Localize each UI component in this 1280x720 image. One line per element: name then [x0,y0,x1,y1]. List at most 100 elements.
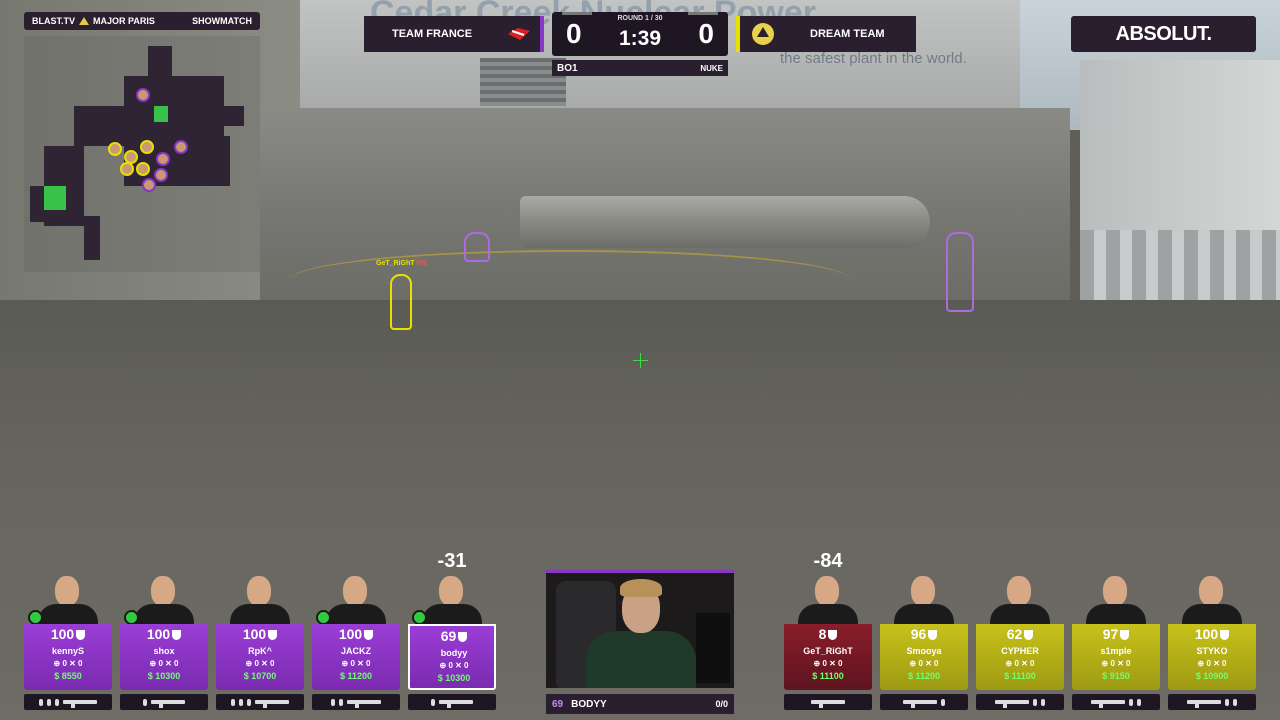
player-card: 100 shox ⊕ 0 ✕ 0 $ 10300 [120,570,208,710]
player-card: 100 STYKO ⊕ 0 ✕ 0 $ 10900 [1168,570,1256,710]
weapon-bar [1072,694,1160,710]
player-kd: ⊕ 0 ✕ 0 [1005,659,1035,668]
player-hp: 100 [120,626,208,642]
player-money: $ 10700 [243,671,277,681]
player-kd: ⊕ 0 ✕ 0 [245,659,275,668]
defuse-kit-icon [316,610,331,625]
player-hp: 100 [312,626,400,642]
rifle-icon [439,700,473,708]
player-card: 97 s1mple ⊕ 0 ✕ 0 $ 9150 [1072,570,1160,710]
major-logo-icon [79,17,90,25]
player-photo [216,570,304,624]
player-name: shox [153,646,175,656]
sponsor-logo: ABSOLUT. [1071,16,1256,52]
minimap-player-icon [108,142,122,156]
rifle-icon [347,700,381,708]
player-name: CYPHER [1001,646,1039,656]
rifle-icon [63,700,97,708]
bombsite-a-marker [154,106,168,122]
team-left-plate: TEAM FRANCE [364,16,544,52]
rifle-icon [255,700,289,708]
player-money: $ 9150 [1102,671,1130,681]
weapon-bar [784,694,872,710]
rifle-icon [1091,700,1125,708]
player-hp: 100 [216,626,304,642]
player-money: $ 10300 [147,671,181,681]
team-france-logo-icon [508,28,530,40]
player-name: bodyy [440,648,468,658]
armor-icon [364,630,374,640]
player-kd: ⊕ 0 ✕ 0 [909,659,939,668]
player-photo [976,570,1064,624]
player-money: $ 8550 [54,671,82,681]
weapon-bar [408,694,496,710]
floor-line [290,250,850,310]
minimap-player-icon [156,152,170,166]
player-money: $ 10900 [1195,671,1229,681]
rifle-icon [903,700,937,708]
player-money: $ 11100 [812,671,844,681]
player-name: GeT_RiGhT [803,646,853,656]
team-right-plate: DREAM TEAM [736,16,916,52]
player-hp: 97 [1072,626,1160,642]
player-kd: ⊕ 0 ✕ 0 [341,659,371,668]
rifle-icon [151,700,185,708]
player-money: $ 11100 [1004,671,1036,681]
player-money: $ 10300 [437,673,471,683]
weapon-bar [976,694,1064,710]
player-name: Smooya [906,646,942,656]
minimap-player-icon [174,140,188,154]
minimap-player-icon [142,178,156,192]
armor-icon [268,630,278,640]
player-kd: ⊕ 0 ✕ 0 [149,659,179,668]
player-kd: ⊕ 0 ✕ 0 [439,661,469,670]
weapon-bar [216,694,304,710]
weapon-bar [1168,694,1256,710]
match-format: BO1 [557,62,578,74]
armor-icon [172,630,182,640]
player-money: $ 11200 [339,671,373,681]
player-name: STYKO [1196,646,1228,656]
match-type: SHOWMATCH [192,16,252,26]
minimap-player-icon [120,162,134,176]
armor-icon [458,632,468,642]
player-kd: ⊕ 0 ✕ 0 [1197,659,1227,668]
player-kd: ⊕ 0 ✕ 0 [813,659,843,668]
minimap-player-icon [154,168,168,182]
match-info-bar: BO1 NUKE [552,60,728,76]
score-box: 0 ROUND 1 / 30 1:39 0 [552,12,728,56]
player-hp: 100 [1168,626,1256,642]
armor-icon [928,630,938,640]
defuse-kit-icon [124,610,139,625]
player-card: 62 CYPHER ⊕ 0 ✕ 0 $ 11100 [976,570,1064,710]
event-brand-bar: BLAST.TV MAJOR PARIS SHOWMATCH [24,12,260,30]
player-hp: 100 [24,626,112,642]
player-money: $ 11200 [907,671,941,681]
bombsite-b-marker [44,186,66,210]
map-name: NUKE [700,63,723,73]
player-photo [1072,570,1160,624]
team-left-name: TEAM FRANCE [392,28,473,40]
player-card: 100 kennyS ⊕ 0 ✕ 0 $ 8550 [24,570,112,710]
player-photo [880,570,968,624]
observed-player-bar: 69 BODYY 0/0 [546,694,734,714]
minimap-player-icon [136,88,150,102]
player-photo [1168,570,1256,624]
weapon-bar [24,694,112,710]
player-name: s1mple [1100,646,1132,656]
rifle-icon [995,700,1029,708]
minimap [24,36,260,272]
rifle-icon [811,700,845,708]
plant-tagline: the safest plant in the world. [780,50,967,67]
pipe [520,196,930,248]
player-name: JACKZ [340,646,371,656]
player-hp: 69 [410,628,498,644]
player-card-selected: -31 69 bodyy ⊕ 0 ✕ 0 $ 10300 [408,550,498,710]
observed-player-name: BODYY [571,698,607,710]
armor-icon [1120,630,1130,640]
event-name: MAJOR PARIS [93,16,155,26]
defuse-kit-icon [28,610,43,625]
player-card: 96 Smooya ⊕ 0 ✕ 0 $ 11200 [880,570,968,710]
crosshair [633,353,648,368]
minimap-player-icon [140,140,154,154]
